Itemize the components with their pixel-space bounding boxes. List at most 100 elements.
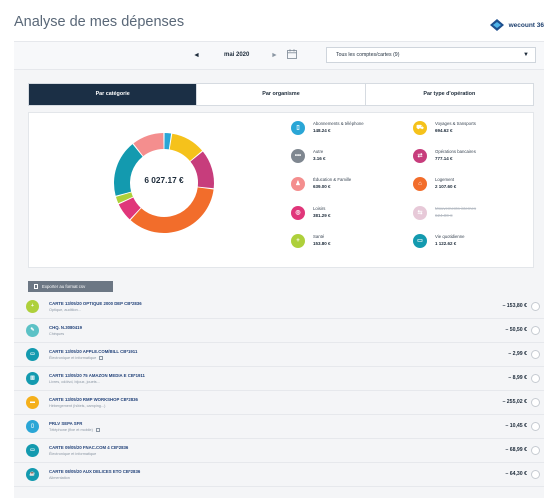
category-item[interactable]: ••• Autre 3.16 € <box>291 149 326 163</box>
leisure-icon: ◎ <box>291 206 305 220</box>
transaction-label[interactable]: CARTE 13/05/20 OPTIQUE 2000 DEP CB*2836 <box>49 301 142 306</box>
more-icon: ••• <box>291 149 305 163</box>
category-item[interactable]: ⛟ Voyages & transports 694.62 € <box>413 121 476 135</box>
top-bar: Analyse de mes dépenses wecount 36 <box>0 0 544 44</box>
category-item[interactable]: ⌂ Logement 2 107.60 € <box>413 177 456 191</box>
transaction-label[interactable]: PRLV SEPA SFR <box>49 421 82 426</box>
category-amount: 639.00 € <box>313 184 331 189</box>
transaction-amount: − 50,50 € <box>505 327 527 333</box>
phone-icon: ▯ <box>291 121 305 135</box>
transaction-select-radio[interactable] <box>531 446 540 455</box>
transaction-glyph: ▭ <box>30 447 35 453</box>
transaction-row[interactable]: ☕ CARTE 08/05/20 AUX DELICES ETO CB*2836 A… <box>14 463 544 487</box>
category-text: Éducation & Famille 639.00 € <box>313 177 351 190</box>
category-item[interactable]: ▭ Vie quotidienne 1 122.62 € <box>413 234 465 248</box>
account-select[interactable]: Tous les comptes/cartes (9) ▼ <box>326 47 536 63</box>
category-glyph: ◎ <box>295 210 301 216</box>
transaction-subcategory: Livres, cd/dvd, bijoux, jouets... <box>49 380 100 384</box>
transaction-label[interactable]: CARTE 13/05/20 75 AMAZON MEDIA E CB*1911 <box>49 373 145 378</box>
category-item[interactable]: ◎ Loisirs 381.29 € <box>291 206 331 220</box>
transaction-subcategory: Optique, audition... <box>49 308 81 312</box>
phone-icon: ▯ <box>26 420 39 433</box>
note-icon[interactable] <box>95 428 100 432</box>
summary-panel: 6 027.17 € ▯ Abonnements & téléphone 148.2… <box>28 112 534 268</box>
transaction-amount: − 10,45 € <box>505 423 527 429</box>
transaction-select-radio[interactable] <box>531 398 540 407</box>
tab-by-category[interactable]: Par catégorie <box>29 84 198 105</box>
transaction-subcategory-text: Téléphone (fixe et mobile) <box>49 428 93 432</box>
brand-logo-icon <box>489 19 504 31</box>
tab-by-operation-type[interactable]: Par type d'opération <box>366 84 533 105</box>
transaction-select-radio[interactable] <box>531 422 540 431</box>
transaction-select-radio[interactable] <box>531 350 540 359</box>
category-glyph: ⛟ <box>416 125 424 131</box>
transaction-label[interactable]: CARTE 13/05/20 RMP WORKSHOP CB*2836 <box>49 397 138 402</box>
donut-slice[interactable] <box>114 144 143 196</box>
transaction-select-radio[interactable] <box>531 302 540 311</box>
transaction-row[interactable]: ▥ CARTE 13/05/20 75 AMAZON MEDIA E CB*191… <box>14 367 544 391</box>
transaction-label[interactable]: CHQ. N.3080419 <box>49 325 82 330</box>
calendar-icon[interactable] <box>287 49 297 59</box>
transaction-subcategory: Alimentation <box>49 476 70 480</box>
category-item[interactable]: + Santé 153.80 € <box>291 234 331 248</box>
health-icon: + <box>26 300 39 313</box>
transaction-row[interactable]: ▭ CARTE 09/05/20 FNAC.COM 4 CB*2836 Électr… <box>14 439 544 463</box>
transaction-subcategory-text: Livres, cd/dvd, bijoux, jouets... <box>49 380 100 384</box>
transaction-row[interactable]: ▯ PRLV SEPA SFR Téléphone (fixe et mobile)… <box>14 415 544 439</box>
category-glyph: ▭ <box>417 238 423 244</box>
category-glyph: ••• <box>294 153 302 159</box>
transaction-subcategory-text: Optique, audition... <box>49 308 81 312</box>
transaction-amount: − 68,99 € <box>505 447 527 453</box>
category-glyph: ⇆ <box>417 210 423 216</box>
transaction-select-radio[interactable] <box>531 326 540 335</box>
transaction-subcategory-text: Chèques <box>49 332 65 336</box>
transaction-subcategory: Téléphone (fixe et mobile) <box>49 428 100 432</box>
transaction-select-radio[interactable] <box>531 374 540 383</box>
transaction-label[interactable]: CARTE 08/05/20 AUX DELICES ETO CB*2836 <box>49 469 140 474</box>
category-item[interactable]: ▯ Abonnements & téléphone 148.24 € <box>291 121 364 135</box>
transaction-row[interactable]: + CARTE 13/05/20 OPTIQUE 2000 DEP CB*2836… <box>14 295 544 319</box>
category-text: Abonnements & téléphone 148.24 € <box>313 121 364 134</box>
previous-month-button[interactable]: ◄ <box>193 52 200 59</box>
donut-slice[interactable] <box>130 187 214 233</box>
category-amount: 3.16 € <box>313 156 326 161</box>
export-csv-button[interactable]: Exporter au format csv <box>28 281 113 292</box>
category-glyph: + <box>296 238 300 244</box>
category-amount: 153.80 € <box>313 241 331 246</box>
tab-by-organism[interactable]: Par organisme <box>197 84 366 105</box>
transfer-icon: ⇄ <box>413 149 427 163</box>
transaction-row[interactable]: ✎ CHQ. N.3080419 Chèques − 50,50 € <box>14 319 544 343</box>
check-icon: ✎ <box>26 324 39 337</box>
category-text: Santé 153.80 € <box>313 234 331 247</box>
transaction-glyph: ▬ <box>30 399 35 405</box>
chevron-down-icon: ▼ <box>523 52 529 58</box>
transaction-glyph: ☕ <box>29 471 36 477</box>
food-icon: ☕ <box>26 468 39 481</box>
transaction-row[interactable]: ▬ CARTE 13/05/20 RMP WORKSHOP CB*2836 Hébe… <box>14 391 544 415</box>
category-glyph: ⌂ <box>418 181 422 187</box>
category-text: Mouvements internes 624.00 € <box>435 206 476 219</box>
category-text: Loisirs 381.29 € <box>313 206 331 219</box>
health-icon: + <box>291 234 305 248</box>
transaction-row[interactable]: ▭ CARTE 13/05/20 APPLE.COM/BILL CB*1911 Él… <box>14 343 544 367</box>
transaction-select-radio[interactable] <box>531 470 540 479</box>
car-icon: ⛟ <box>413 121 427 135</box>
transaction-amount: − 2,99 € <box>508 351 527 357</box>
category-text: Autre 3.16 € <box>313 149 326 162</box>
category-item[interactable]: ⇄ Opérations bancaires 777.14 € <box>413 149 476 163</box>
transaction-label[interactable]: CARTE 13/05/20 APPLE.COM/BILL CB*1911 <box>49 349 137 354</box>
transaction-subcategory: Chèques <box>49 332 64 336</box>
transaction-label[interactable]: CARTE 09/05/20 FNAC.COM 4 CB*2836 <box>49 445 128 450</box>
category-item[interactable]: ⇆ Mouvements internes 624.00 € <box>413 206 476 220</box>
note-icon[interactable] <box>99 356 104 360</box>
category-text: Opérations bancaires 777.14 € <box>435 149 476 162</box>
account-select-value: Tous les comptes/cartes (9) <box>336 52 400 58</box>
category-glyph: ▯ <box>296 125 300 131</box>
computer-icon: ▭ <box>26 444 39 457</box>
hotel-icon: ▬ <box>26 396 39 409</box>
next-month-button[interactable]: ► <box>271 52 278 59</box>
view-tabs: Par catégorie Par organisme Par type d'o… <box>28 83 534 106</box>
export-csv-label: Exporter au format csv <box>42 284 86 289</box>
category-item[interactable]: ♟ Éducation & Famille 639.00 € <box>291 177 351 191</box>
brand: wecount 36 <box>489 19 544 31</box>
